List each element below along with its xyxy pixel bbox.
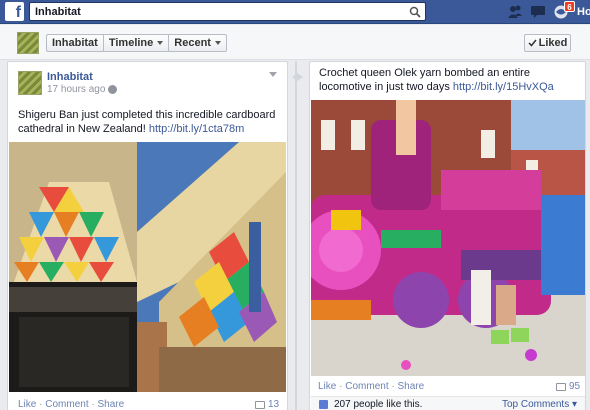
search-input[interactable]: Inhabitat [29, 2, 426, 21]
yarn-locomotive-photo[interactable] [311, 100, 585, 376]
post-timestamp: 17 hours ago [47, 84, 118, 95]
comment-count-value: 95 [569, 381, 581, 392]
comment-icon [556, 382, 566, 391]
comment-link[interactable]: Comment [345, 381, 388, 392]
post-link[interactable]: http://bit.ly/1cta78m [149, 123, 244, 135]
comment-link[interactable]: Comment [45, 399, 88, 410]
author-name[interactable]: Inhabitat [47, 71, 93, 83]
top-comments-dropdown[interactable]: Top Comments ▾ [502, 399, 577, 410]
chevron-down-icon [214, 41, 221, 45]
post-link[interactable]: http://bit.ly/15HvXQa [453, 81, 554, 93]
like-link[interactable]: Like [318, 381, 336, 392]
author-avatar[interactable] [18, 71, 42, 95]
checkmark-icon [528, 39, 537, 47]
liked-button[interactable]: Liked [524, 34, 571, 52]
comment-count[interactable]: 13 [255, 399, 279, 410]
comment-count-value: 13 [268, 399, 280, 410]
timestamp-text[interactable]: 17 hours ago [47, 84, 105, 95]
comment-count[interactable]: 95 [556, 381, 580, 392]
tab-label: Inhabitat [52, 37, 98, 49]
tab-label: Timeline [108, 37, 154, 49]
chevron-down-icon [157, 41, 164, 45]
globe-icon [108, 85, 118, 94]
timeline-spine [295, 61, 297, 410]
share-link[interactable]: Share [398, 381, 425, 392]
tab-page-name[interactable]: Inhabitat [46, 34, 104, 52]
top-navigation-bar: f Inhabitat 6 Ho [0, 0, 590, 24]
timeline-post-right: Crochet queen Olek yarn bombed an entire… [309, 61, 586, 410]
cathedral-photo[interactable] [9, 142, 286, 392]
like-link[interactable]: Like [18, 399, 36, 410]
chevron-down-icon[interactable] [269, 72, 277, 77]
timeline-pointer-right [297, 73, 303, 81]
post-actions: Like · Comment · Share [18, 399, 125, 410]
search-value: Inhabitat [35, 6, 81, 18]
likes-summary: 207 people like this. Top Comments ▾ [311, 396, 585, 410]
likes-count-link[interactable]: 207 people like this. [334, 399, 422, 410]
like-thumb-icon [319, 400, 328, 409]
comment-icon [255, 400, 265, 409]
tab-timeline[interactable]: Timeline [103, 34, 170, 52]
timeline-post-left: Inhabitat 17 hours ago Shigeru Ban just … [7, 61, 288, 410]
page-header-bar: Inhabitat Timeline Recent Liked [0, 25, 590, 60]
home-link[interactable]: Ho [577, 6, 590, 18]
post-text: Shigeru Ban just completed this incredib… [18, 108, 280, 136]
search-icon[interactable] [409, 6, 421, 18]
friends-icon[interactable] [507, 4, 523, 19]
page-tabs: Inhabitat Timeline Recent [46, 34, 227, 52]
liked-label: Liked [538, 37, 568, 49]
tab-label: Recent [174, 37, 211, 49]
post-text: Crochet queen Olek yarn bombed an entire… [319, 66, 581, 94]
page-avatar[interactable] [17, 32, 39, 54]
post-actions: Like · Comment · Share [318, 381, 425, 392]
messages-icon[interactable] [530, 4, 546, 19]
share-link[interactable]: Share [98, 399, 125, 410]
tab-recent[interactable]: Recent [169, 34, 227, 52]
notification-count-badge[interactable]: 6 [564, 1, 575, 12]
facebook-logo[interactable]: f [5, 2, 24, 21]
